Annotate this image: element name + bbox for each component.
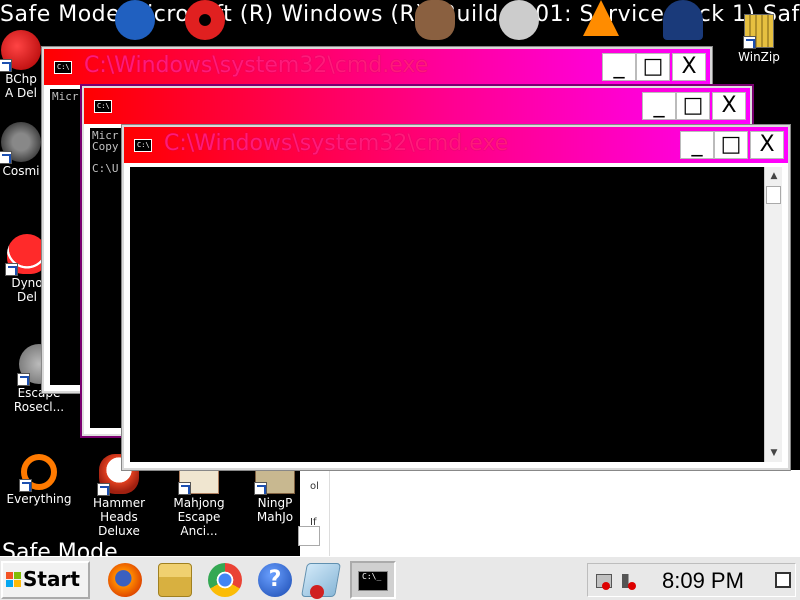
desktop-icon-label: Hammer: [92, 496, 146, 510]
system-tray: 8:09 PM: [587, 563, 796, 597]
desktop-icon-label: Mahjong: [173, 496, 225, 510]
desktop-icon-label: Escape Anci...: [177, 510, 221, 538]
desktop-icon-label: Everything: [6, 492, 72, 506]
desktop-icon-xmplay[interactable]: [648, 0, 718, 42]
maximize-button[interactable]: □: [714, 131, 748, 159]
maximize-button[interactable]: □: [676, 92, 710, 120]
title-bar[interactable]: C:\ _ □ X: [84, 88, 750, 124]
desktop-icon-winzip[interactable]: WinZip: [724, 14, 794, 64]
radiation-icon: [185, 0, 225, 40]
scroll-down-arrow-icon[interactable]: ▼: [765, 444, 783, 462]
xmplay-icon: [663, 0, 703, 40]
vlc-icon: [583, 0, 619, 36]
cmd-icon: C:\: [94, 100, 112, 113]
maximize-button[interactable]: □: [636, 53, 670, 81]
start-button[interactable]: Start: [1, 561, 90, 599]
mushroom-icon: [5, 234, 47, 276]
safe-mode-label-bottom: Safe Mode: [2, 540, 118, 556]
window-title: C:\Windows\system32\cmd.exe: [164, 131, 509, 156]
skull-icon: [499, 0, 539, 40]
desktop-icon-top-5[interactable]: [566, 0, 636, 38]
minimize-button[interactable]: _: [602, 53, 636, 81]
desktop-icon-top-4[interactable]: [484, 0, 554, 42]
close-button[interactable]: X: [672, 53, 706, 81]
minimize-button[interactable]: _: [680, 131, 714, 159]
winzip-icon: [743, 14, 774, 49]
desktop-icon-top-2[interactable]: [170, 0, 240, 42]
file-explorer-icon[interactable]: [158, 563, 192, 597]
background-window[interactable]: ol If w: [300, 470, 800, 556]
desktop-icon-top-1[interactable]: [100, 0, 170, 42]
desktop-icon-label: WinZip: [738, 50, 780, 64]
windows-flag-icon: [6, 572, 22, 588]
character-icon: [415, 0, 455, 40]
cmd-taskbar-icon: C:\_: [358, 571, 388, 591]
taskbar: Start ? C:\_ 8:09 PM: [0, 556, 800, 600]
bchp-icon: [0, 30, 41, 72]
window-title: C:\Windows\system32\cmd.exe: [84, 53, 429, 78]
title-bar[interactable]: C:\ C:\Windows\system32\cmd.exe _ □ X: [44, 49, 710, 85]
close-button[interactable]: X: [712, 92, 746, 120]
console-output[interactable]: [130, 167, 764, 462]
desktop-icon-top-3[interactable]: [400, 0, 470, 42]
desktop[interactable]: Safe Mode Microsoft (R) Windows (R) (Bui…: [0, 0, 800, 556]
clock[interactable]: 8:09 PM: [662, 568, 744, 594]
taskbar-cmd-button[interactable]: C:\_: [350, 561, 396, 599]
scroll-thumb[interactable]: [766, 186, 781, 204]
cmd-icon: C:\: [134, 139, 152, 152]
scroll-up-arrow-icon[interactable]: ▲: [765, 167, 783, 185]
gear-icon: [0, 122, 41, 164]
desktop-icon-label: Heads Deluxe: [98, 510, 140, 538]
user-accounts-icon: [298, 526, 320, 546]
start-label: Start: [23, 567, 80, 591]
no-entry-badge-icon: [310, 585, 324, 599]
help-icon[interactable]: ?: [258, 563, 292, 597]
show-desktop-icon[interactable]: [775, 572, 791, 588]
cmd-window-3[interactable]: C:\ C:\Windows\system32\cmd.exe _ □ X ▲ …: [122, 125, 790, 470]
desktop-icon-label: Rosecl...: [13, 400, 65, 414]
title-bar[interactable]: C:\ C:\Windows\system32\cmd.exe _ □ X: [124, 127, 788, 163]
close-button[interactable]: X: [750, 131, 784, 159]
cmd-icon: C:\: [54, 61, 72, 74]
chrome-icon[interactable]: [208, 563, 242, 597]
wordpress-icon: [115, 0, 155, 40]
desktop-icon-everything[interactable]: Everything: [4, 454, 74, 506]
vertical-scrollbar[interactable]: ▲ ▼: [764, 167, 782, 462]
everything-search-icon: [19, 454, 57, 492]
firefox-icon[interactable]: [108, 563, 142, 597]
network-error-badge-icon: [602, 582, 610, 590]
minimize-button[interactable]: _: [642, 92, 676, 120]
volume-muted-badge-icon: [628, 582, 636, 590]
